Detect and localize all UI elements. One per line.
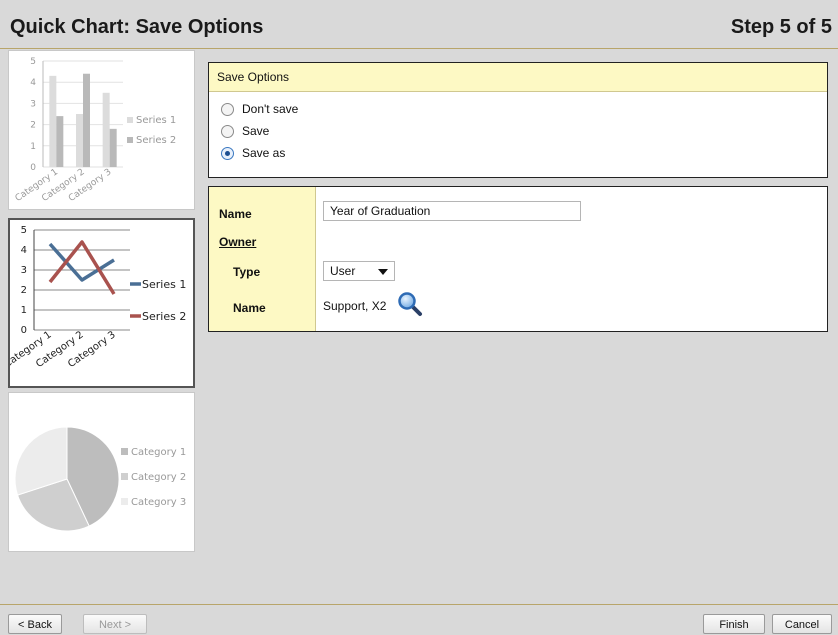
legend-label: Series 1 [136, 115, 176, 126]
owner-label: Owner [219, 235, 257, 249]
y-tick-label: 4 [30, 78, 36, 88]
details-panel: Name Owner Type Name User Support, X2 [208, 186, 828, 332]
radio-save-button[interactable] [221, 125, 234, 139]
radio-dont-save-label: Don't save [242, 102, 299, 116]
header-bar: Quick Chart: Save Options Step 5 of 5 [0, 0, 838, 49]
legend-swatch [127, 117, 133, 123]
legend-swatch [121, 448, 128, 455]
legend-swatch [127, 137, 133, 143]
step-indicator: Step 5 of 5 [730, 16, 832, 38]
y-tick-label: 5 [30, 57, 36, 67]
legend-label: Category 3 [131, 497, 186, 508]
cancel-button[interactable]: Cancel [772, 614, 832, 634]
legend-swatch [121, 473, 128, 480]
series-line [48, 242, 115, 282]
legend-label: Category 1 [131, 447, 186, 458]
legend-swatch [121, 498, 128, 505]
radio-save[interactable]: Save [209, 120, 827, 142]
bar [49, 75, 57, 167]
magnifier-icon[interactable] [397, 291, 423, 317]
radio-save-as[interactable]: Save as [209, 142, 827, 164]
owner-type-select[interactable]: User [323, 261, 395, 281]
save-options-title: Save Options [209, 63, 827, 92]
owner-type-value: User [330, 264, 356, 278]
y-tick-label: 5 [21, 225, 27, 236]
bar [102, 92, 110, 167]
y-tick-label: 1 [30, 142, 36, 152]
bar [83, 73, 90, 167]
chart-name-input[interactable] [323, 201, 581, 221]
legend-label: Category 2 [131, 472, 186, 483]
footer-bar: < Back Next > Finish Cancel [0, 604, 838, 635]
owner-name-value: Support, X2 [323, 299, 387, 313]
y-tick-label: 1 [21, 305, 27, 316]
bar-chart-svg: 012345Category 1Category 2Category 3Seri… [14, 57, 177, 204]
legend-label: Series 2 [142, 310, 186, 323]
line-chart-thumbnail[interactable]: 0 1 2 3 4 5 Category 1 Category 2 Category 3 Seri… [8, 218, 195, 388]
radio-dont-save-button[interactable] [221, 103, 234, 117]
owner-name-label: Name [233, 301, 266, 315]
radio-save-as-label: Save as [242, 146, 286, 160]
page-title: Quick Chart: Save Options [10, 16, 264, 38]
type-label: Type [233, 265, 261, 279]
bar [109, 128, 117, 167]
y-tick-label: 4 [21, 245, 27, 256]
pie-chart-svg: Category 1 Category 2 Category 3 [14, 426, 186, 532]
y-tick-label: 3 [30, 99, 36, 109]
back-button[interactable]: < Back [8, 614, 62, 634]
bar [56, 116, 64, 167]
radio-dont-save[interactable]: Don't save [209, 98, 827, 120]
next-button[interactable]: Next > [83, 614, 147, 634]
finish-button[interactable]: Finish [703, 614, 765, 634]
bar [76, 114, 83, 167]
y-tick-label: 0 [30, 163, 36, 173]
y-tick-label: 3 [21, 265, 27, 276]
chevron-down-icon [378, 269, 388, 275]
line-chart-svg: 012345Category 1Category 2Category 3Seri… [10, 225, 186, 370]
legend-label: Series 1 [142, 278, 186, 291]
radio-save-as-button[interactable] [221, 147, 234, 161]
pie-chart-thumbnail[interactable]: Category 1 Category 2 Category 3 [8, 392, 195, 552]
y-tick-label: 2 [21, 285, 27, 296]
y-tick-label: 2 [30, 121, 36, 131]
bar-chart-thumbnail[interactable]: 0 1 2 3 4 5 Category 1 Category 2 Category 3 Seri… [8, 50, 195, 210]
legend-label: Series 2 [136, 135, 176, 146]
y-tick-label: 0 [21, 325, 27, 336]
save-options-panel: Save Options Don't save Save Save as [208, 62, 828, 178]
radio-save-label: Save [242, 124, 270, 138]
name-label: Name [219, 207, 252, 221]
